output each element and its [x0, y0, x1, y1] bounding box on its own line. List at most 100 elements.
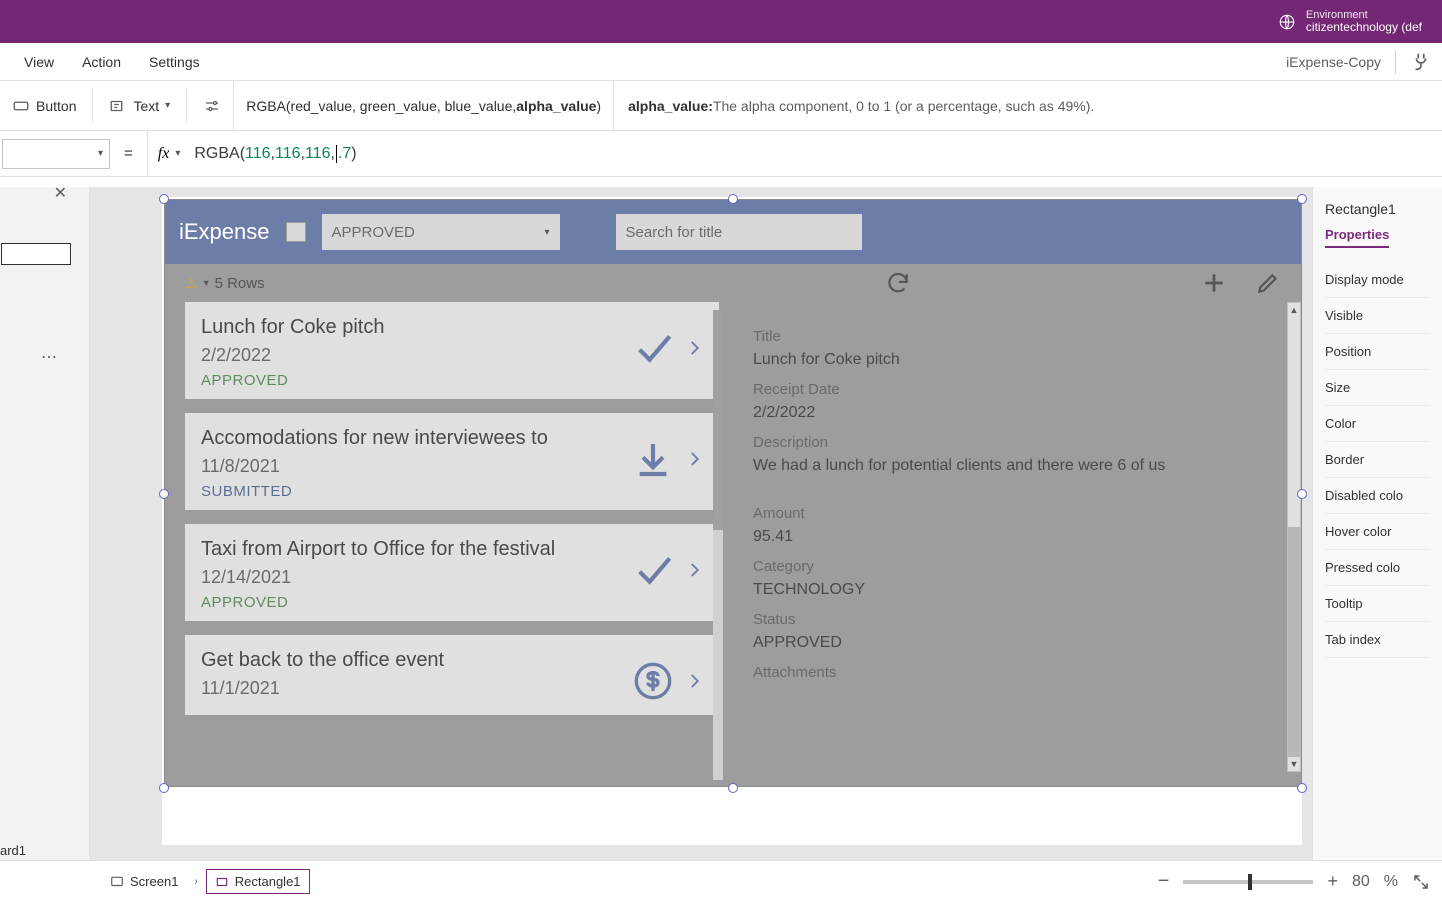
property-row[interactable]: Tooltip [1325, 586, 1430, 622]
insert-text-label: Text [133, 98, 159, 114]
breadcrumb-screen-label: Screen1 [130, 874, 178, 889]
rectangle-icon [215, 875, 229, 889]
chevron-down-icon[interactable]: ▾ [175, 148, 180, 159]
chevron-down-icon[interactable]: ▾ [204, 278, 209, 289]
list-scrollbar[interactable] [713, 310, 723, 780]
scroll-up-icon[interactable]: ▲ [1288, 303, 1300, 317]
chevron-right-icon[interactable] [685, 331, 703, 365]
insert-text[interactable]: Text ▾ [97, 91, 182, 121]
detail-scrollbar[interactable]: ▲ ▼ [1287, 302, 1301, 772]
detail-date-value: 2/2/2022 [753, 404, 1281, 422]
resize-handle[interactable] [1297, 783, 1307, 793]
health-icon[interactable] [1410, 51, 1432, 73]
chevron-down-icon: ▾ [165, 100, 170, 111]
text-icon [109, 97, 127, 115]
expense-card[interactable]: Get back to the office event11/1/2021 [185, 635, 719, 715]
breadcrumb: Screen1 › Rectangle1 [12, 869, 310, 894]
resize-handle[interactable] [159, 783, 169, 793]
property-row[interactable]: Display mode [1325, 262, 1430, 298]
toolbar: Button Text ▾ RGBA(red_value, green_valu… [0, 81, 1442, 131]
edit-icon[interactable] [1255, 270, 1281, 296]
divider [92, 89, 93, 123]
environment-label: Environment [1306, 9, 1422, 21]
chevron-right-icon[interactable] [685, 442, 703, 476]
slider-thumb[interactable] [1248, 874, 1252, 890]
insert-button[interactable]: Button [0, 91, 88, 121]
breadcrumb-screen[interactable]: Screen1 [102, 870, 186, 893]
chevron-down-icon: ▾ [98, 148, 103, 159]
insert-button-label: Button [36, 98, 76, 114]
list-column: Lunch for Coke pitch2/2/2022APPROVED Acco… [165, 302, 723, 782]
resize-handle[interactable] [1297, 489, 1307, 499]
detail-title-label: Title [753, 328, 1281, 345]
add-icon[interactable] [1201, 270, 1227, 296]
canvas[interactable]: iExpense APPROVED ▾ Search for title ⚠ ▾… [90, 187, 1312, 860]
property-row[interactable]: Visible [1325, 298, 1430, 334]
breadcrumb-element[interactable]: Rectangle1 [206, 869, 310, 894]
card-status: APPROVED [201, 594, 703, 611]
detail-amount-value: 95.41 [753, 528, 1281, 546]
tree-item-label[interactable]: ard1 [0, 843, 26, 858]
property-row[interactable]: Hover color [1325, 514, 1430, 550]
status-bar: Screen1 › Rectangle1 − + 80 % [0, 860, 1442, 902]
property-row[interactable]: Tab index [1325, 622, 1430, 658]
refresh-icon[interactable] [885, 270, 911, 296]
scroll-down-icon[interactable]: ▼ [1288, 757, 1300, 771]
chevron-right-icon[interactable] [685, 664, 703, 698]
property-row[interactable]: Size [1325, 370, 1430, 406]
content-wrap: Lunch for Coke pitch2/2/2022APPROVEDAcco… [165, 302, 1301, 782]
rectangle-selection[interactable]: iExpense APPROVED ▾ Search for title ⚠ ▾… [164, 199, 1302, 787]
scrollbar-thumb[interactable] [1288, 527, 1300, 757]
card-date: 12/14/2021 [201, 567, 703, 588]
property-row[interactable]: Position [1325, 334, 1430, 370]
check-icon[interactable] [633, 550, 673, 590]
card-title: Taxi from Airport to Office for the fest… [201, 538, 703, 561]
zoom-out-button[interactable]: − [1158, 870, 1170, 893]
resize-handle[interactable] [159, 489, 169, 499]
formula-v3: 116 [305, 145, 331, 163]
fx-label: fx [158, 145, 170, 163]
menu-action[interactable]: Action [68, 46, 135, 78]
more-icon[interactable]: ⋯ [41, 347, 59, 367]
property-row[interactable]: Color [1325, 406, 1430, 442]
expense-card[interactable]: Accomodations for new interviewees to11/… [185, 413, 719, 510]
chevron-down-icon: ▾ [544, 227, 549, 238]
property-row[interactable]: Pressed colo [1325, 550, 1430, 586]
dollar-icon[interactable] [633, 661, 673, 701]
card-title: Accomodations for new interviewees to [201, 427, 703, 450]
download-icon[interactable] [633, 439, 673, 479]
expense-card[interactable]: Taxi from Airport to Office for the fest… [185, 524, 719, 621]
divider [1395, 50, 1396, 74]
checkbox[interactable] [286, 222, 306, 242]
scrollbar-thumb[interactable] [713, 310, 723, 530]
property-selector[interactable]: ▾ [2, 139, 110, 169]
close-icon[interactable]: ✕ [54, 183, 67, 203]
status-dropdown[interactable]: APPROVED ▾ [322, 214, 560, 250]
expense-card[interactable]: Lunch for Coke pitch2/2/2022APPROVED [185, 302, 719, 399]
detail-desc-value: We had a lunch for potential clients and… [753, 457, 1281, 475]
resize-handle[interactable] [728, 783, 738, 793]
menu-view[interactable]: View [10, 46, 68, 78]
zoom-controls: − + 80 % [1158, 870, 1430, 893]
tree-search-input[interactable] [1, 243, 71, 265]
card-title: Lunch for Coke pitch [201, 316, 703, 339]
property-row[interactable]: Disabled colo [1325, 478, 1430, 514]
card-title: Get back to the office event [201, 649, 703, 672]
zoom-in-button[interactable]: + [1327, 871, 1338, 892]
chevron-right-icon[interactable] [685, 553, 703, 587]
check-icon[interactable] [633, 328, 673, 368]
formula-input[interactable]: RGBA(116, 116, 116,.7) [190, 145, 356, 163]
property-row[interactable]: Border [1325, 442, 1430, 478]
menu-settings[interactable]: Settings [135, 46, 214, 78]
zoom-slider[interactable] [1183, 880, 1313, 884]
resize-handle[interactable] [1297, 194, 1307, 204]
resize-handle[interactable] [728, 194, 738, 204]
search-input[interactable]: Search for title [616, 214, 862, 250]
properties-tab[interactable]: Properties [1325, 227, 1389, 248]
detail-status-label: Status [753, 611, 1281, 628]
resize-handle[interactable] [159, 194, 169, 204]
sub-header: ⚠ ▾ 5 Rows [165, 264, 1301, 302]
divider [186, 89, 187, 123]
settings-icon-button[interactable] [191, 91, 233, 121]
fit-icon[interactable] [1412, 873, 1430, 891]
